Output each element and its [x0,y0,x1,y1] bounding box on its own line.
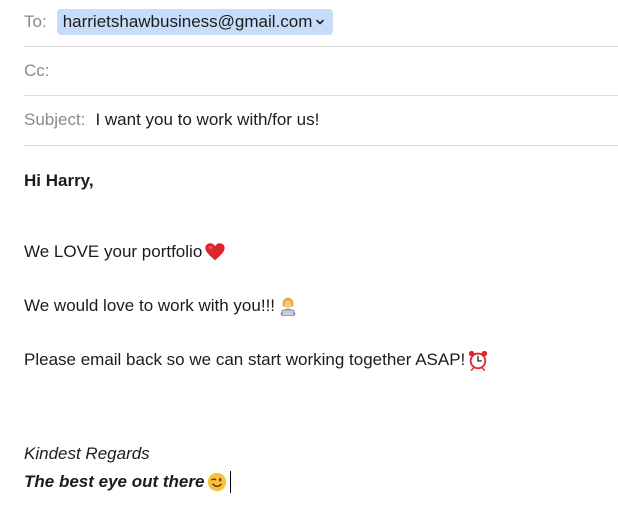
recipient-address: harrietshawbusiness@gmail.com [62,12,313,31]
greeting-text: Hi Harry, [24,171,94,190]
to-label: To: [24,12,47,31]
cc-label: Cc: [24,61,50,80]
body-line-1: We LOVE your portfolio [24,240,226,264]
email-compose-window: To: harrietshawbusiness@gmail.com Cc: Su… [0,0,618,528]
body-line-1-text: We LOVE your portfolio [24,242,203,261]
cc-row[interactable]: Cc: [24,58,618,84]
body-line-2-text: We would love to work with you!!! [24,296,276,315]
signoff-line: Kindest Regards [24,442,150,466]
subject-field[interactable]: I want you to work with/for us! [95,110,319,130]
greeting-line: Hi Harry, [24,169,94,193]
signature-line: The best eye out there [24,470,232,494]
divider [24,145,618,146]
heart-icon [205,243,225,261]
text-cursor [230,471,232,493]
signoff-text: Kindest Regards [24,444,150,463]
alarm-clock-icon [469,350,488,371]
to-row: To: harrietshawbusiness@gmail.com [24,9,618,35]
subject-row[interactable]: Subject: I want you to work with/for us! [24,107,618,133]
recipient-token[interactable]: harrietshawbusiness@gmail.com [56,9,334,35]
chevron-down-icon[interactable] [315,17,325,27]
divider [24,46,618,47]
body-line-2: We would love to work with you!!! [24,294,299,318]
winking-face-icon [208,472,227,492]
signature-text: The best eye out there [24,472,205,491]
body-line-3: Please email back so we can start workin… [24,348,489,372]
person-at-laptop-icon [280,297,296,317]
body-line-3-text: Please email back so we can start workin… [24,350,466,369]
divider [24,95,618,96]
subject-label: Subject: [24,110,86,129]
